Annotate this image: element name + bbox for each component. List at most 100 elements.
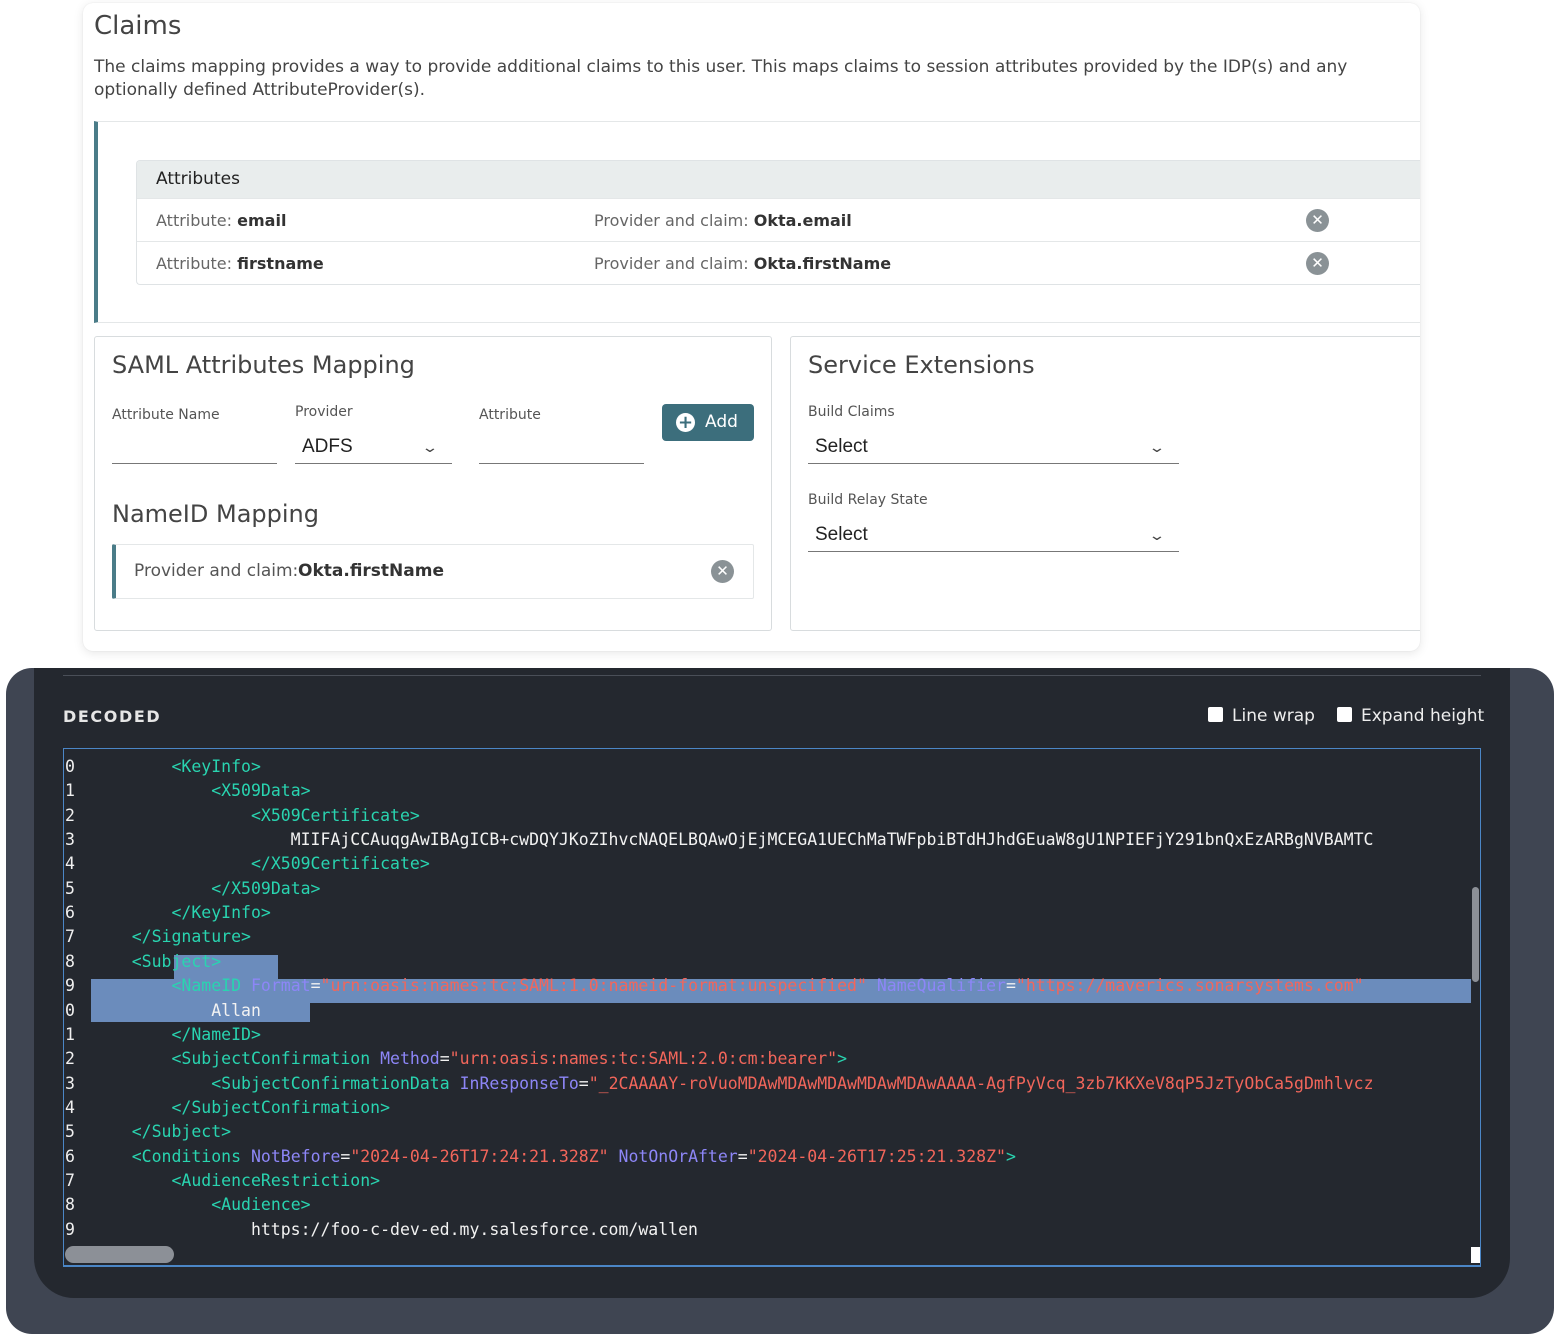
line-number: 0 — [65, 1000, 75, 1020]
code-token: = — [578, 1073, 589, 1093]
code-token: "https://maverics.sonarsystems.com" — [1015, 976, 1364, 996]
plus-circle-icon: + — [676, 412, 695, 433]
build-relay-state-value: Select — [815, 524, 868, 545]
add-button-label: Add — [705, 412, 738, 432]
code-line: <SubjectConfirmation Method="urn:oasis:n… — [92, 1047, 847, 1071]
provider-label: Provider — [295, 404, 353, 420]
code-token: https://foo-c-dev-ed.my.salesforce.com/w… — [92, 1219, 698, 1239]
vertical-scrollbar[interactable] — [1472, 887, 1479, 982]
code-token: <NameID — [171, 976, 251, 996]
remove-nameid-button[interactable]: ✕ — [711, 560, 734, 583]
line-number: 9 — [65, 1219, 75, 1239]
code-token: Allan — [92, 1000, 261, 1020]
attribute-row: Attribute: email Provider and claim: Okt… — [137, 198, 1420, 241]
decoded-code-view[interactable]: 0 <KeyInfo> 1 <X509Data> 2 <X509Certificat… — [63, 748, 1481, 1267]
claims-description: The claims mapping provides a way to pro… — [94, 57, 1348, 100]
line-number: 1 — [65, 781, 75, 801]
code-line: <Subject> — [92, 950, 221, 974]
attributes-header: Attributes — [137, 161, 1420, 198]
code-token: NameQualifier — [876, 976, 1006, 996]
chevron-down-icon: ⌄ — [421, 439, 439, 455]
add-button[interactable]: + Add — [662, 404, 754, 441]
code-token: NotBefore — [250, 1146, 341, 1166]
expand-height-checkbox[interactable]: Expand height — [1337, 706, 1484, 726]
checkbox-icon — [1337, 707, 1352, 722]
code-token: "urn:oasis:names:tc:SAML:1.0:nameid-form… — [320, 976, 867, 996]
code-token: NotOnOrAfter — [618, 1146, 738, 1166]
line-number: 0 — [65, 757, 75, 776]
decoded-title: DECODED — [63, 707, 162, 726]
build-relay-state-label: Build Relay State — [808, 492, 928, 508]
code-token: </SubjectConfirmation> — [171, 1097, 391, 1117]
nameid-value: Okta.firstName — [298, 561, 444, 581]
provider-select[interactable]: ADFS ⌄ — [295, 430, 452, 464]
line-number: 8 — [65, 1195, 75, 1215]
code-token: Method — [380, 1049, 440, 1069]
code-line: </NameID> — [92, 1023, 261, 1047]
claim-cell: Provider and claim: Okta.email — [594, 199, 852, 242]
attribute-name-label: Attribute Name — [112, 407, 220, 423]
code-token: = — [310, 976, 321, 996]
attribute-name-input[interactable] — [112, 433, 277, 464]
line-number: 2 — [65, 805, 75, 825]
code-token: <SubjectConfirmation — [171, 1049, 381, 1069]
code-token: <AudienceRestriction> — [171, 1170, 381, 1190]
service-extensions-panel: Service Extensions Build Claims Select ⌄… — [790, 336, 1420, 631]
claim-value: Okta.firstName — [753, 254, 892, 273]
code-token: </NameID> — [171, 1024, 261, 1044]
code-token: Format — [250, 976, 311, 996]
line-number: 6 — [65, 1146, 75, 1166]
code-token: > — [837, 1049, 848, 1069]
code-line: MIIFAjCCAuqgAwIBAgICB+cwDQYJKoZIhvcNAQEL… — [92, 828, 1374, 852]
line-number: 7 — [65, 927, 75, 947]
divider — [63, 675, 1481, 676]
line-number: 4 — [65, 854, 75, 874]
close-icon: ✕ — [1311, 211, 1324, 229]
attribute-value: firstname — [237, 254, 324, 273]
code-token: = — [737, 1146, 748, 1166]
line-number: 1 — [65, 1024, 75, 1044]
code-line: </SubjectConfirmation> — [92, 1096, 390, 1120]
checkbox-icon — [1208, 707, 1223, 722]
code-line: </Signature> — [92, 925, 251, 949]
attribute-cell: Attribute: email — [156, 199, 286, 242]
saml-mapping-title: SAML Attributes Mapping — [112, 351, 415, 379]
code-token: "2024-04-26T17:25:21.328Z" — [747, 1146, 1006, 1166]
code-token: = — [1005, 976, 1016, 996]
code-line: <KeyInfo> — [92, 755, 260, 779]
code-token: MIIFAjCCAuqgAwIBAgICB+cwDQYJKoZIhvcNAQEL… — [92, 830, 1374, 850]
attribute-label: Attribute — [479, 407, 541, 423]
code-line: Allan — [92, 999, 261, 1023]
nameid-mapping-row: Provider and claim: Okta.firstName ✕ — [112, 544, 754, 599]
chevron-down-icon: ⌄ — [1148, 439, 1166, 455]
build-relay-state-select[interactable]: Select ⌄ — [808, 518, 1179, 552]
line-number: 4 — [65, 1097, 75, 1117]
nameid-key: Provider and claim: — [134, 561, 299, 581]
claim-prefix: Provider and claim: — [594, 254, 749, 273]
line-number: 8 — [65, 951, 75, 971]
expand-height-label: Expand height — [1361, 706, 1485, 726]
code-token: </X509Certificate> — [250, 854, 430, 874]
attribute-row: Attribute: firstname Provider and claim:… — [137, 241, 1420, 284]
remove-attribute-firstname-button[interactable]: ✕ — [1306, 252, 1329, 275]
build-claims-select[interactable]: Select ⌄ — [808, 430, 1179, 464]
code-token: <Conditions — [131, 1146, 251, 1166]
remove-attribute-email-button[interactable]: ✕ — [1306, 209, 1329, 232]
code-line: </X509Data> — [92, 877, 320, 901]
nameid-mapping-title: NameID Mapping — [112, 500, 319, 528]
line-wrap-checkbox[interactable]: Line wrap — [1208, 706, 1315, 726]
code-line: </Subject> — [92, 1120, 231, 1144]
code-token: </KeyInfo> — [171, 903, 271, 923]
attributes-table: Attributes Attribute: email Provider and… — [136, 160, 1420, 285]
code-token: <X509Certificate> — [250, 805, 420, 825]
horizontal-scrollbar[interactable] — [65, 1246, 174, 1263]
code-line: <Audience> — [92, 1193, 310, 1217]
attribute-input[interactable] — [479, 433, 644, 464]
